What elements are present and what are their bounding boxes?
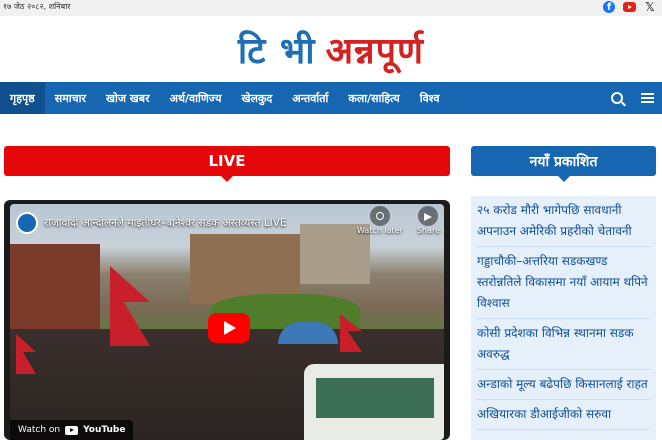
list-item[interactable]: अखियारका डीआईजीको सरुवा — [477, 400, 650, 430]
video-title[interactable]: राजावादी आन्दोलनले माइतीघर–बानेश्वर सडक … — [44, 216, 287, 230]
umbrella-shape — [278, 322, 338, 344]
clock-icon — [369, 206, 390, 226]
logo-part-annapurna: अन्नपूर्ण — [325, 29, 425, 72]
nav-home[interactable]: गृहपृष्ठ — [0, 82, 45, 114]
current-date: १७ जेठ २०८२, शनिबार — [3, 2, 71, 11]
x-icon[interactable]: 𝕏 — [644, 1, 656, 13]
list-item[interactable]: कोसी प्रदेशका विभिन्न स्थानमा सडक अवरुद्… — [477, 319, 650, 370]
van-shape — [304, 364, 444, 440]
building-shape — [10, 244, 100, 334]
watch-on-youtube-button[interactable]: Watch on YouTube — [10, 420, 134, 440]
facebook-icon[interactable]: f — [603, 1, 615, 13]
nav-news[interactable]: समाचार — [45, 82, 96, 114]
play-button[interactable] — [208, 313, 250, 343]
youtube-wordmark: YouTube — [83, 425, 126, 435]
nav-world[interactable]: विश्व — [410, 82, 450, 114]
share-label: Share — [416, 226, 440, 235]
list-item[interactable]: अन्डाको मूल्य बढेपछि किसानलाई राहत — [477, 370, 650, 400]
nav-arts[interactable]: कला/साहित्य — [338, 82, 409, 114]
live-label: LIVE — [208, 152, 246, 170]
latest-heading-label: नयाँ प्रकाशित — [529, 153, 598, 170]
share-button[interactable]: Share — [417, 206, 440, 235]
share-icon — [418, 206, 439, 226]
nav-economy[interactable]: अर्थ/वाणिज्य — [160, 82, 232, 114]
watch-later-label: Watch later — [356, 226, 403, 235]
channel-avatar[interactable] — [16, 212, 38, 234]
nav-investigation[interactable]: खोज खबर — [96, 82, 160, 114]
site-header: टि भी अन्नपूर्ण — [0, 16, 662, 82]
watch-later-button[interactable]: Watch later — [357, 206, 403, 235]
watch-on-label: Watch on — [18, 425, 61, 435]
search-icon[interactable] — [611, 92, 623, 104]
live-video-player[interactable]: राजावादी आन्दोलनले माइतीघर–बानेश्वर सडक … — [4, 200, 450, 440]
live-heading: LIVE — [4, 146, 450, 182]
logo-part-tv: टि भी — [237, 29, 316, 72]
latest-heading: नयाँ प्रकाशित — [471, 146, 656, 182]
list-item[interactable]: गड्डाचौकी–अत्तरिया सडकखण्ड स्तरोन्नतिले … — [477, 247, 650, 319]
youtube-icon[interactable] — [623, 2, 636, 12]
site-logo[interactable]: टि भी अन्नपूर्ण — [238, 25, 424, 74]
top-bar: १७ जेठ २०८२, शनिबार f 𝕏 — [0, 0, 662, 16]
nav-interview[interactable]: अन्तर्वार्ता — [282, 82, 338, 114]
nav-sports[interactable]: खेलकुद — [231, 82, 282, 114]
latest-news-list: २५ करोड मौरी भागेपछि सावधानी अपनाउन अमेर… — [471, 196, 656, 440]
nav-tools — [611, 82, 654, 114]
menu-icon[interactable] — [641, 93, 654, 103]
video-actions: Watch later Share — [357, 206, 440, 235]
list-item[interactable]: २५ करोड मौरी भागेपछि सावधानी अपनाउन अमेर… — [477, 196, 650, 247]
main-navigation: गृहपृष्ठ समाचार खोज खबर अर्थ/वाणिज्य खेल… — [0, 82, 662, 114]
social-links: f 𝕏 — [603, 1, 656, 13]
youtube-logo-icon — [65, 425, 79, 435]
